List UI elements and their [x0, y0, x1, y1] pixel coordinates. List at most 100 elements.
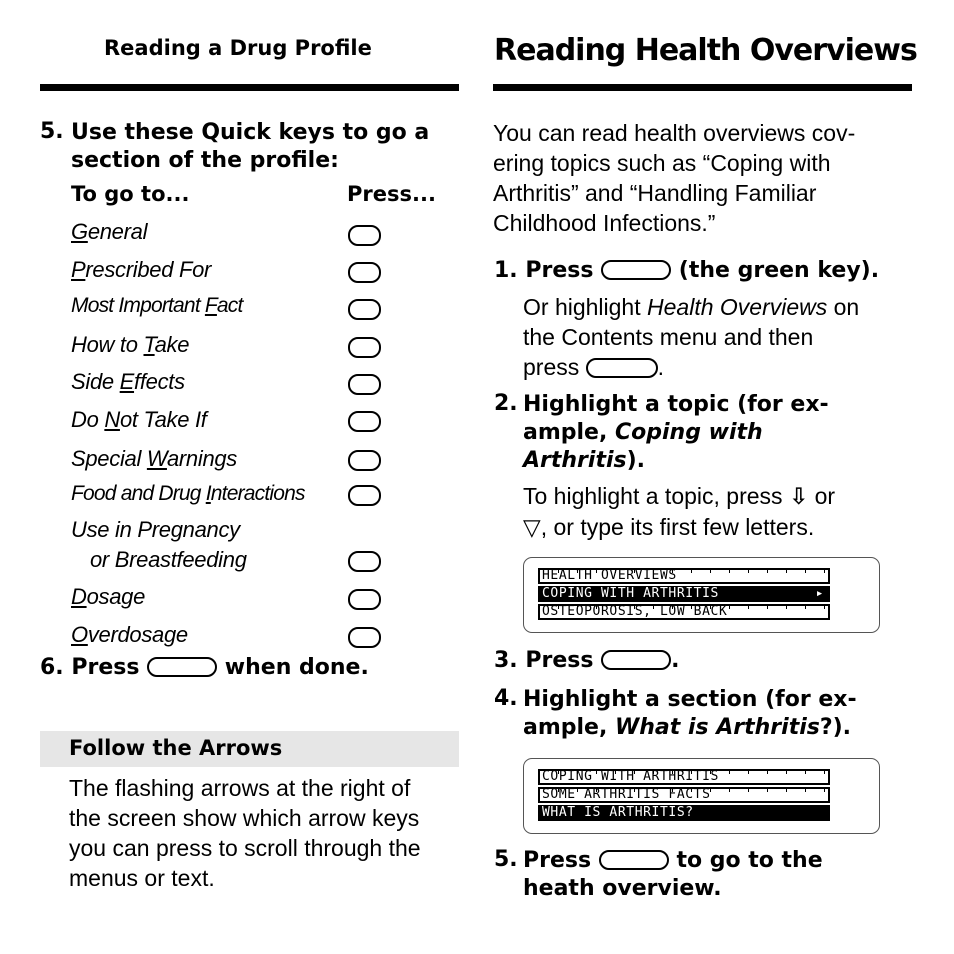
- step-2-text: Highlight a topic (for ex- ample, Coping…: [523, 391, 829, 475]
- intro-line: You can read health overviews cov-: [493, 120, 856, 146]
- screen-line: COPING WITH ARTHRITIS: [538, 769, 830, 785]
- screen-line: HEALTH OVERVIEWS: [538, 568, 830, 584]
- row-label-text: verdosage: [87, 622, 188, 647]
- intro-line: Childhood Infections.”: [493, 210, 716, 236]
- step-2-line: ample, Coping with: [523, 419, 829, 447]
- step-3-number: 3.: [494, 648, 518, 673]
- row-label-text: rescribed For: [85, 257, 212, 282]
- quick-key-row: Special Warnings: [71, 446, 237, 472]
- shortcut-letter: D: [71, 584, 87, 609]
- quick-key-icon: [348, 337, 381, 358]
- step-1-detail-line: press .: [523, 352, 859, 382]
- screen-line: OSTEOPOROSIS, LOW BACK: [538, 604, 830, 620]
- quick-key-row: Use in Pregnancy or Breastfeeding: [71, 517, 247, 573]
- step-2-detail-line: ▽, or type its first few letters.: [523, 512, 835, 543]
- shortcut-letter: O: [71, 622, 88, 647]
- enter-key-icon: [585, 358, 658, 378]
- text: to go to the: [676, 848, 823, 873]
- health-overviews-term: Health Overviews: [647, 294, 828, 320]
- enter-key-icon: [601, 650, 672, 670]
- step-5-right-line: Press to go to the: [523, 847, 823, 875]
- step-5-text: Use these Quick keys to go a section of …: [71, 119, 429, 175]
- tip-title: Follow the Arrows: [69, 736, 283, 760]
- quick-key-row: How to Take: [71, 332, 189, 358]
- quick-key-icon: [348, 589, 381, 610]
- done-key-icon: [147, 657, 218, 677]
- step-3: 3. Press .: [494, 648, 679, 673]
- row-label-text: ot Take If: [119, 407, 207, 432]
- row-label-text: or Breastfeeding: [90, 547, 247, 572]
- quick-key-icon: [348, 551, 381, 572]
- down-arrow-icon: ⇩: [788, 484, 809, 510]
- shortcut-letter: E: [119, 369, 135, 394]
- quick-key-row: Dosage: [71, 584, 145, 610]
- quick-key-icon: [348, 411, 381, 432]
- row-label-text: Most Important: [71, 294, 205, 317]
- tip-body: The flashing arrows at the right of the …: [69, 773, 421, 893]
- green-key-icon: [601, 260, 672, 280]
- step-1-after: (the green key).: [678, 258, 880, 283]
- row-label-text: ake: [154, 332, 190, 357]
- step-6-before: Press: [71, 655, 140, 680]
- step-5-line-1: Use these Quick keys to go a: [71, 120, 430, 145]
- row-label-text: act: [216, 294, 243, 317]
- text: , or type its first few letters.: [540, 514, 815, 540]
- quick-key-icon: [348, 450, 381, 471]
- example-topic: Arthritis: [523, 448, 627, 473]
- quick-key-icon: [348, 262, 381, 283]
- right-arrow-indicator-icon: ▸: [815, 586, 824, 601]
- row-label-text: Food and Drug: [71, 482, 206, 505]
- quick-key-icon: [348, 225, 381, 246]
- step-5-number: 5.: [40, 119, 64, 144]
- page-title-right: Reading Health Overviews: [494, 33, 918, 68]
- quick-key-icon: [348, 485, 381, 506]
- step-4-text: Highlight a section (for ex- ample, What…: [523, 686, 857, 742]
- row-label-text: nteractions: [210, 482, 306, 505]
- step-1-number: 1.: [494, 258, 518, 283]
- text: ).: [626, 448, 646, 473]
- step-1-detail-line: the Contents menu and then: [523, 324, 814, 350]
- text: .: [657, 354, 665, 380]
- step-1: 1. Press (the green key).: [494, 258, 879, 283]
- tip-line: the screen show which arrow keys: [69, 805, 420, 831]
- step-4-line: ample, What is Arthritis?).: [523, 714, 857, 742]
- text: Or highlight: [523, 294, 648, 320]
- step-5-line-2: section of the profile:: [71, 148, 339, 173]
- step-6-after: when done.: [224, 655, 369, 680]
- row-label-text: How to: [71, 332, 144, 357]
- row-label-text: ffects: [134, 369, 185, 394]
- step-2-detail: To highlight a topic, press ⇩ or ▽, or t…: [523, 481, 835, 543]
- row-label-text: Do: [71, 407, 105, 432]
- shortcut-letter: T: [143, 332, 155, 357]
- tip-line: menus or text.: [69, 865, 215, 891]
- quick-key-row: Do Not Take If: [71, 407, 207, 433]
- tip-box-header: Follow the Arrows: [40, 731, 459, 767]
- device-screen-sections: COPING WITH ARTHRITIS SOME ARTHRITIS FAC…: [523, 758, 880, 834]
- quick-key-icon: [348, 627, 381, 648]
- intro-line: Arthritis” and “Handling Familiar: [493, 180, 817, 206]
- step-1-detail: Or highlight Health Overviews on the Con…: [523, 292, 859, 382]
- step-2-number: 2.: [494, 391, 518, 416]
- column-header-press: Press...: [347, 182, 436, 206]
- text: ample,: [523, 715, 615, 740]
- shortcut-letter: F: [204, 294, 218, 317]
- step-4-number: 4.: [494, 686, 518, 711]
- row-label-text: arnings: [166, 446, 238, 471]
- header-rule-left: [40, 84, 459, 91]
- intro-paragraph: You can read health overviews cov- ering…: [493, 118, 855, 238]
- quick-key-row: Side Effects: [71, 369, 185, 395]
- header-rule-right: [493, 84, 912, 91]
- step-2-detail-line: To highlight a topic, press ⇩ or: [523, 481, 835, 512]
- quick-key-row: General: [71, 219, 147, 245]
- row-label-text: Side: [71, 369, 120, 394]
- step-6: 6. Press when done.: [40, 655, 369, 680]
- step-6-number: 6.: [40, 655, 64, 680]
- quick-key-icon: [348, 299, 381, 320]
- shortcut-letter: P: [71, 257, 86, 282]
- step-5-right-number: 5.: [494, 847, 518, 872]
- tip-line: The flashing arrows at the right of: [69, 775, 411, 801]
- row-label-text: eneral: [87, 219, 148, 244]
- row-label-text: Special: [71, 446, 147, 471]
- text: ?).: [819, 715, 852, 740]
- example-section: What is Arthritis: [615, 715, 820, 740]
